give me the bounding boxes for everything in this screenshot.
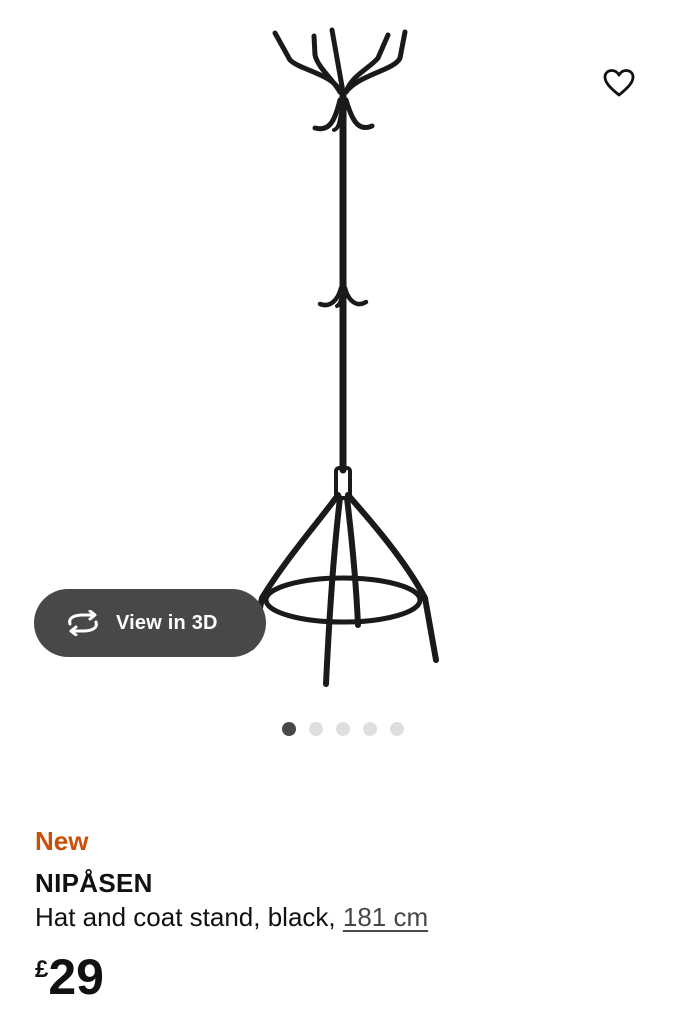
product-size-link[interactable]: 181 cm — [343, 902, 428, 932]
favorite-button[interactable] — [598, 62, 640, 104]
view-in-3d-button[interactable]: View in 3D — [34, 589, 266, 657]
product-name: NIPÅSEN — [35, 868, 153, 898]
image-carousel-indicator — [282, 722, 404, 736]
view-in-3d-label: View in 3D — [116, 611, 218, 634]
product-price: £ 29 — [35, 948, 104, 1006]
carousel-dot-2[interactable] — [309, 722, 323, 736]
carousel-dot-4[interactable] — [363, 722, 377, 736]
carousel-dot-5[interactable] — [390, 722, 404, 736]
product-page: View in 3D New NIPÅSEN Hat and coat stan… — [0, 0, 688, 1024]
carousel-dot-1[interactable] — [282, 722, 296, 736]
heart-outline-icon — [603, 69, 635, 97]
price-currency: £ — [35, 956, 49, 983]
price-amount: 29 — [48, 949, 104, 1005]
rotate-3d-icon — [64, 610, 102, 636]
product-description: Hat and coat stand, black, 181 cm — [35, 902, 428, 933]
product-description-text: Hat and coat stand, black, — [35, 902, 343, 932]
new-badge: New — [35, 826, 89, 856]
carousel-dot-3[interactable] — [336, 722, 350, 736]
